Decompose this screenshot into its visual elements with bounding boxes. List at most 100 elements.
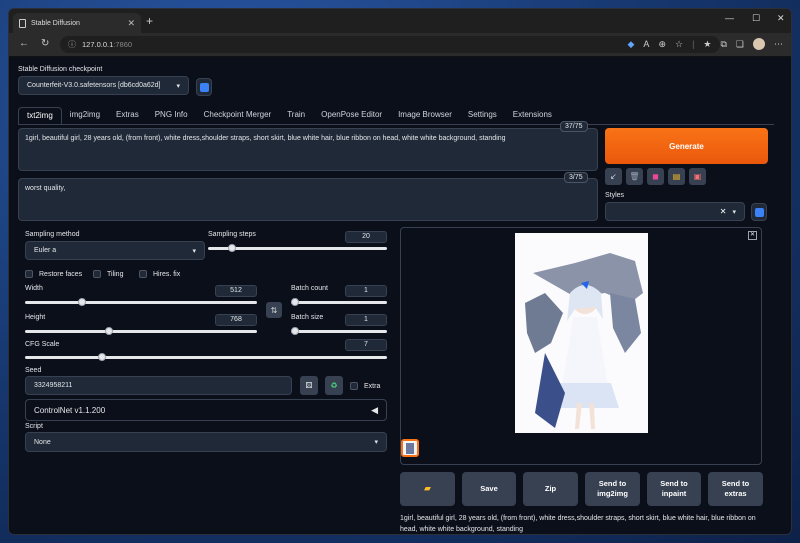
seed-input[interactable]: 3324958211 xyxy=(25,376,292,395)
slider-thumb[interactable] xyxy=(105,327,113,335)
restore-faces-label: Restore faces xyxy=(39,270,83,278)
random-seed-button[interactable]: ⚄ xyxy=(300,376,318,395)
maximize-icon[interactable]: ☐ xyxy=(752,13,760,24)
dice-icon: ⚄ xyxy=(305,381,313,390)
slider-thumb[interactable] xyxy=(98,353,106,361)
reuse-seed-button[interactable]: ♻ xyxy=(325,376,343,395)
checkpoint-value: Counterfeit-V3.0.safetensors [db6cd0a62d… xyxy=(27,82,161,89)
clipboard-icon: ▤ xyxy=(672,172,681,181)
sampling-method-dropdown[interactable]: Euler a ▾ xyxy=(25,241,205,260)
width-label: Width xyxy=(25,285,43,292)
anime-girl-figure xyxy=(515,233,648,433)
slider-thumb[interactable] xyxy=(228,244,236,252)
tiling-checkbox[interactable]: Tiling xyxy=(93,270,123,278)
close-window-icon[interactable]: ✕ xyxy=(777,13,785,24)
save-style-button[interactable]: ▣ xyxy=(689,168,706,185)
zip-button[interactable]: Zip xyxy=(523,472,578,506)
tab-img2img[interactable]: img2img xyxy=(62,107,108,125)
cfg-scale-input[interactable]: 7 xyxy=(345,339,387,351)
zoom-icon[interactable]: ⊕ xyxy=(658,39,666,50)
extra-networks-button[interactable]: ◼ xyxy=(647,168,664,185)
tab-txt2img[interactable]: txt2img xyxy=(18,107,62,125)
swap-dimensions-button[interactable]: ⇅ xyxy=(266,302,282,318)
prompt-input[interactable]: 1girl, beautiful girl, 28 years old, (fr… xyxy=(18,128,598,171)
cfg-scale-slider[interactable] xyxy=(25,353,387,361)
hires-fix-label: Hires. fix xyxy=(153,270,181,278)
read-aloud-icon[interactable]: A xyxy=(643,39,649,49)
back-icon[interactable]: ← xyxy=(19,38,29,49)
sampling-steps-slider[interactable] xyxy=(208,244,387,252)
address-bar[interactable]: ⓘ 127.0.0.1:7860 xyxy=(60,36,720,53)
generate-button[interactable]: Generate xyxy=(605,128,768,164)
batch-size-label: Batch size xyxy=(291,314,324,321)
sampling-steps-input[interactable]: 20 xyxy=(345,231,387,243)
close-icon[interactable]: ✕ xyxy=(748,231,757,240)
extra-seed-checkbox[interactable]: Extra xyxy=(350,382,380,390)
refresh-icon xyxy=(754,207,764,217)
script-dropdown[interactable]: None ▾ xyxy=(25,432,387,452)
restore-faces-checkbox[interactable]: Restore faces xyxy=(25,270,82,278)
send-to-img2img-button[interactable]: Send to img2img xyxy=(585,472,640,506)
send-to-inpaint-button[interactable]: Send to inpaint xyxy=(647,472,701,506)
send-to-extras-button[interactable]: Send to extras xyxy=(708,472,763,506)
favorites-icon[interactable]: ★ xyxy=(703,39,711,50)
width-input[interactable]: 512 xyxy=(215,285,257,297)
more-icon[interactable]: ⋯ xyxy=(774,39,783,50)
trash-icon: 🗑 xyxy=(629,172,640,181)
slider-thumb[interactable] xyxy=(291,298,299,306)
refresh-icon xyxy=(199,82,209,92)
tab-extensions[interactable]: Extensions xyxy=(505,107,560,125)
apply-style-button[interactable]: ▤ xyxy=(668,168,685,185)
sampling-steps-label: Sampling steps xyxy=(208,231,256,238)
collections-icon[interactable]: ⧉ xyxy=(720,39,726,50)
batch-count-slider[interactable] xyxy=(291,298,387,306)
webui-content: Stable Diffusion checkpoint Counterfeit-… xyxy=(9,57,791,534)
checkbox-box[interactable] xyxy=(93,270,101,278)
negative-prompt-input[interactable]: worst quality, xyxy=(18,178,598,221)
read-params-button[interactable]: ↙ xyxy=(605,168,622,185)
generated-image[interactable] xyxy=(515,233,648,433)
tag-icon[interactable]: ◆ xyxy=(628,39,635,50)
tab-extras[interactable]: Extras xyxy=(108,107,147,125)
save-button[interactable]: Save xyxy=(462,472,516,506)
checkbox-box[interactable] xyxy=(25,270,33,278)
checkbox-box[interactable] xyxy=(139,270,147,278)
open-folder-button[interactable]: ▰ xyxy=(400,472,455,506)
slider-thumb[interactable] xyxy=(291,327,299,335)
clear-prompt-button[interactable]: 🗑 xyxy=(626,168,643,185)
refresh-styles-button[interactable] xyxy=(751,203,767,221)
minimize-icon[interactable]: — xyxy=(725,13,734,23)
tab-png-info[interactable]: PNG Info xyxy=(147,107,196,125)
extensions-icon[interactable]: ❏ xyxy=(736,39,744,50)
controlnet-accordion[interactable]: ControlNet v1.1.200 ◀ xyxy=(25,399,387,421)
favorite-icon[interactable]: ☆ xyxy=(675,39,683,50)
thumbnail[interactable] xyxy=(401,439,419,457)
refresh-checkpoint-button[interactable] xyxy=(196,78,212,96)
tab-image-browser[interactable]: Image Browser xyxy=(390,107,460,125)
styles-dropdown[interactable]: ✕ ▾ xyxy=(605,202,745,221)
new-tab-icon[interactable]: + xyxy=(146,14,153,28)
tab-settings[interactable]: Settings xyxy=(460,107,505,125)
clear-icon[interactable]: ✕ xyxy=(720,207,727,216)
tab-checkpoint-merger[interactable]: Checkpoint Merger xyxy=(196,107,280,125)
height-input[interactable]: 768 xyxy=(215,314,257,326)
info-icon[interactable]: ⓘ xyxy=(68,39,76,50)
height-slider[interactable] xyxy=(25,327,257,335)
checkbox-box[interactable] xyxy=(350,382,358,390)
batch-count-input[interactable]: 1 xyxy=(345,285,387,297)
slider-thumb[interactable] xyxy=(78,298,86,306)
arrow-icon: ↙ xyxy=(610,172,617,181)
hires-fix-checkbox[interactable]: Hires. fix xyxy=(139,270,180,278)
collapse-icon[interactable]: ◀ xyxy=(371,405,378,416)
browser-tab[interactable]: Stable Diffusion ✕ xyxy=(13,13,141,33)
close-tab-icon[interactable]: ✕ xyxy=(127,18,135,29)
chevron-down-icon: ▾ xyxy=(192,247,196,255)
tab-train[interactable]: Train xyxy=(279,107,313,125)
batch-size-input[interactable]: 1 xyxy=(345,314,387,326)
checkpoint-dropdown[interactable]: Counterfeit-V3.0.safetensors [db6cd0a62d… xyxy=(18,76,189,95)
width-slider[interactable] xyxy=(25,298,257,306)
avatar[interactable] xyxy=(753,38,765,50)
tab-openpose-editor[interactable]: OpenPose Editor xyxy=(313,107,390,125)
batch-size-slider[interactable] xyxy=(291,327,387,335)
reload-icon[interactable]: ↻ xyxy=(41,38,49,49)
